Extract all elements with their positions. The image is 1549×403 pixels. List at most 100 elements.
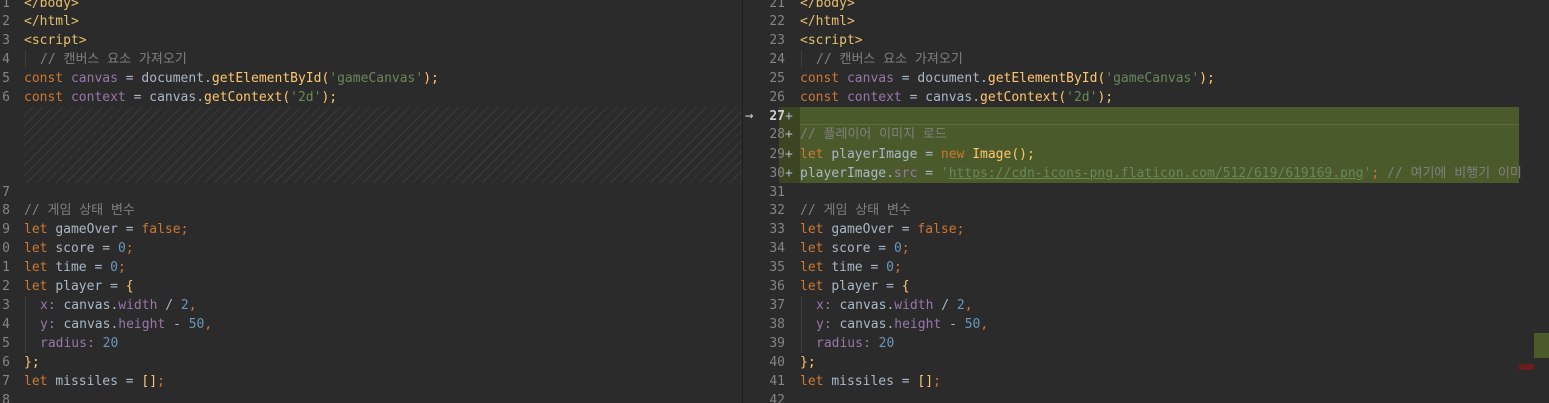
indent-guide — [25, 296, 26, 315]
keyword: let — [24, 374, 48, 389]
line-number: 3 — [2, 298, 10, 313]
line-number: 25 — [769, 71, 785, 86]
identifier: context — [846, 90, 902, 105]
punct: ; — [180, 222, 189, 237]
operator: = — [86, 260, 111, 275]
code-line[interactable]: 38 y: canvas.height - 50, — [743, 315, 1549, 334]
code-line[interactable]: 35 let time = 0; — [743, 258, 1549, 277]
code-line[interactable]: 2 let player = { — [0, 277, 742, 296]
number: 0 — [893, 241, 902, 256]
code-line[interactable]: 3 x: canvas.width / 2, — [0, 296, 742, 315]
added-code-line[interactable]: 30 + playerImage.src = 'https://cdn-icon… — [743, 164, 1549, 183]
line-number: 6 — [2, 90, 10, 105]
comment: // 캔버스 요소 가져오기 — [816, 52, 963, 67]
keyword: const — [24, 90, 64, 105]
code-line[interactable]: 25 const canvas = document.getElementByI… — [743, 69, 1549, 88]
identifier: time — [55, 260, 87, 275]
code-line[interactable]: 36 let player = { — [743, 277, 1549, 296]
code-line[interactable]: 8 — [0, 391, 742, 403]
code-line[interactable]: 3 <script> — [0, 31, 742, 50]
punct: ); — [423, 71, 439, 86]
line-number: 9 — [2, 222, 10, 237]
identifier: canvas. — [839, 317, 895, 332]
code-line[interactable]: 7 — [0, 183, 742, 202]
operator: - — [165, 317, 189, 332]
number: 50 — [188, 317, 205, 332]
comment: // 게임 상태 변수 — [24, 203, 135, 218]
keyword: let — [24, 241, 48, 256]
identifier: canvas. — [839, 298, 895, 313]
right-editor-pane[interactable]: → 21 </body> 22 </html> 23 <script> 24 /… — [743, 0, 1549, 403]
string: 'gameCanvas' — [1105, 71, 1200, 86]
code-line[interactable]: 37 x: canvas.width / 2, — [743, 296, 1549, 315]
code-line[interactable]: 1 let time = 0; — [0, 258, 742, 277]
comment: // 게임 상태 변수 — [800, 203, 911, 218]
code-line[interactable]: 0 let score = 0; — [0, 239, 742, 258]
keyword: let — [800, 374, 824, 389]
minimap-removed-marker[interactable] — [1519, 364, 1534, 370]
code-line[interactable]: 5 radius: 20 — [0, 334, 742, 353]
code-line[interactable]: 23 <script> — [743, 31, 1549, 50]
keyword: let — [800, 147, 824, 162]
keyword: let — [24, 279, 48, 294]
url-link[interactable]: https://cdn-icons-png.flaticon.com/512/6… — [949, 166, 1364, 181]
identifier: score — [55, 241, 95, 256]
code-line[interactable]: 7 let missiles = []; — [0, 372, 742, 391]
line-number: 7 — [2, 374, 10, 389]
indent-guide — [25, 334, 26, 353]
added-code-line[interactable]: 28 + // 플레이어 이미지 로드 — [743, 125, 1549, 144]
operator: = — [893, 374, 918, 389]
punct: (); — [1011, 147, 1035, 162]
identifier: canvas. — [63, 298, 119, 313]
string: 'gameCanvas' — [329, 71, 424, 86]
punct: , — [204, 317, 213, 332]
code-line[interactable]: 5 const canvas = document.getElementById… — [0, 69, 742, 88]
code-line[interactable]: 6 const context = canvas.getContext('2d'… — [0, 88, 742, 107]
line-number: 42 — [769, 393, 785, 403]
minimap-added-marker[interactable] — [1534, 333, 1549, 358]
line-number: 35 — [769, 260, 785, 275]
code-line[interactable]: 26 const context = canvas.getContext('2d… — [743, 88, 1549, 107]
code-line[interactable]: 6 }; — [0, 353, 742, 372]
left-editor-pane[interactable]: 1 </body> 2 </html> 3 <script> 4 // 캔버스 … — [0, 0, 742, 403]
line-number: 22 — [769, 14, 785, 29]
operator: = — [117, 374, 142, 389]
code-line[interactable]: 8 // 게임 상태 변수 — [0, 201, 742, 220]
code-line[interactable]: 42 — [743, 391, 1549, 403]
identifier: gameOver — [55, 222, 118, 237]
added-code-line[interactable]: 29 + let playerImage = new Image(); — [743, 145, 1549, 164]
punct: : — [47, 317, 64, 332]
code-line[interactable]: 33 let gameOver = false; — [743, 220, 1549, 239]
code-line[interactable]: 31 — [743, 183, 1549, 202]
added-code-line[interactable]: 27 + — [743, 107, 1549, 126]
string: '2d' — [1066, 90, 1098, 105]
identifier: document. — [917, 71, 988, 86]
code-line[interactable]: 34 let score = 0; — [743, 239, 1549, 258]
code-line[interactable]: 41 let missiles = []; — [743, 372, 1549, 391]
property: height — [118, 317, 166, 332]
identifier: missiles — [831, 374, 894, 389]
function-name: getElementById — [987, 71, 1098, 86]
code-line[interactable]: 2 </html> — [0, 12, 742, 31]
code-line[interactable]: 40 }; — [743, 353, 1549, 372]
added-line-marker: + — [785, 166, 793, 181]
code-line[interactable]: 9 let gameOver = false; — [0, 220, 742, 239]
code-line[interactable]: 22 </html> — [743, 12, 1549, 31]
property: width — [894, 298, 934, 313]
code-line[interactable]: 39 radius: 20 — [743, 334, 1549, 353]
number: 2 — [180, 298, 189, 313]
punct: , — [980, 317, 989, 332]
code-line[interactable]: 4 y: canvas.height - 50, — [0, 315, 742, 334]
code-line[interactable]: 32 // 게임 상태 변수 — [743, 201, 1549, 220]
identifier: player — [55, 279, 103, 294]
number: 50 — [964, 317, 981, 332]
property: height — [894, 317, 942, 332]
comment: // 플레이어 이미지 로드 — [800, 127, 947, 142]
operator: = — [870, 241, 894, 256]
line-number: 40 — [769, 355, 785, 370]
code-line[interactable]: 4 // 캔버스 요소 가져오기 — [0, 50, 742, 69]
operator: - — [941, 317, 965, 332]
string: ' — [940, 166, 949, 181]
code-line[interactable]: 24 // 캔버스 요소 가져오기 — [743, 50, 1549, 69]
punct: ; — [893, 260, 902, 275]
